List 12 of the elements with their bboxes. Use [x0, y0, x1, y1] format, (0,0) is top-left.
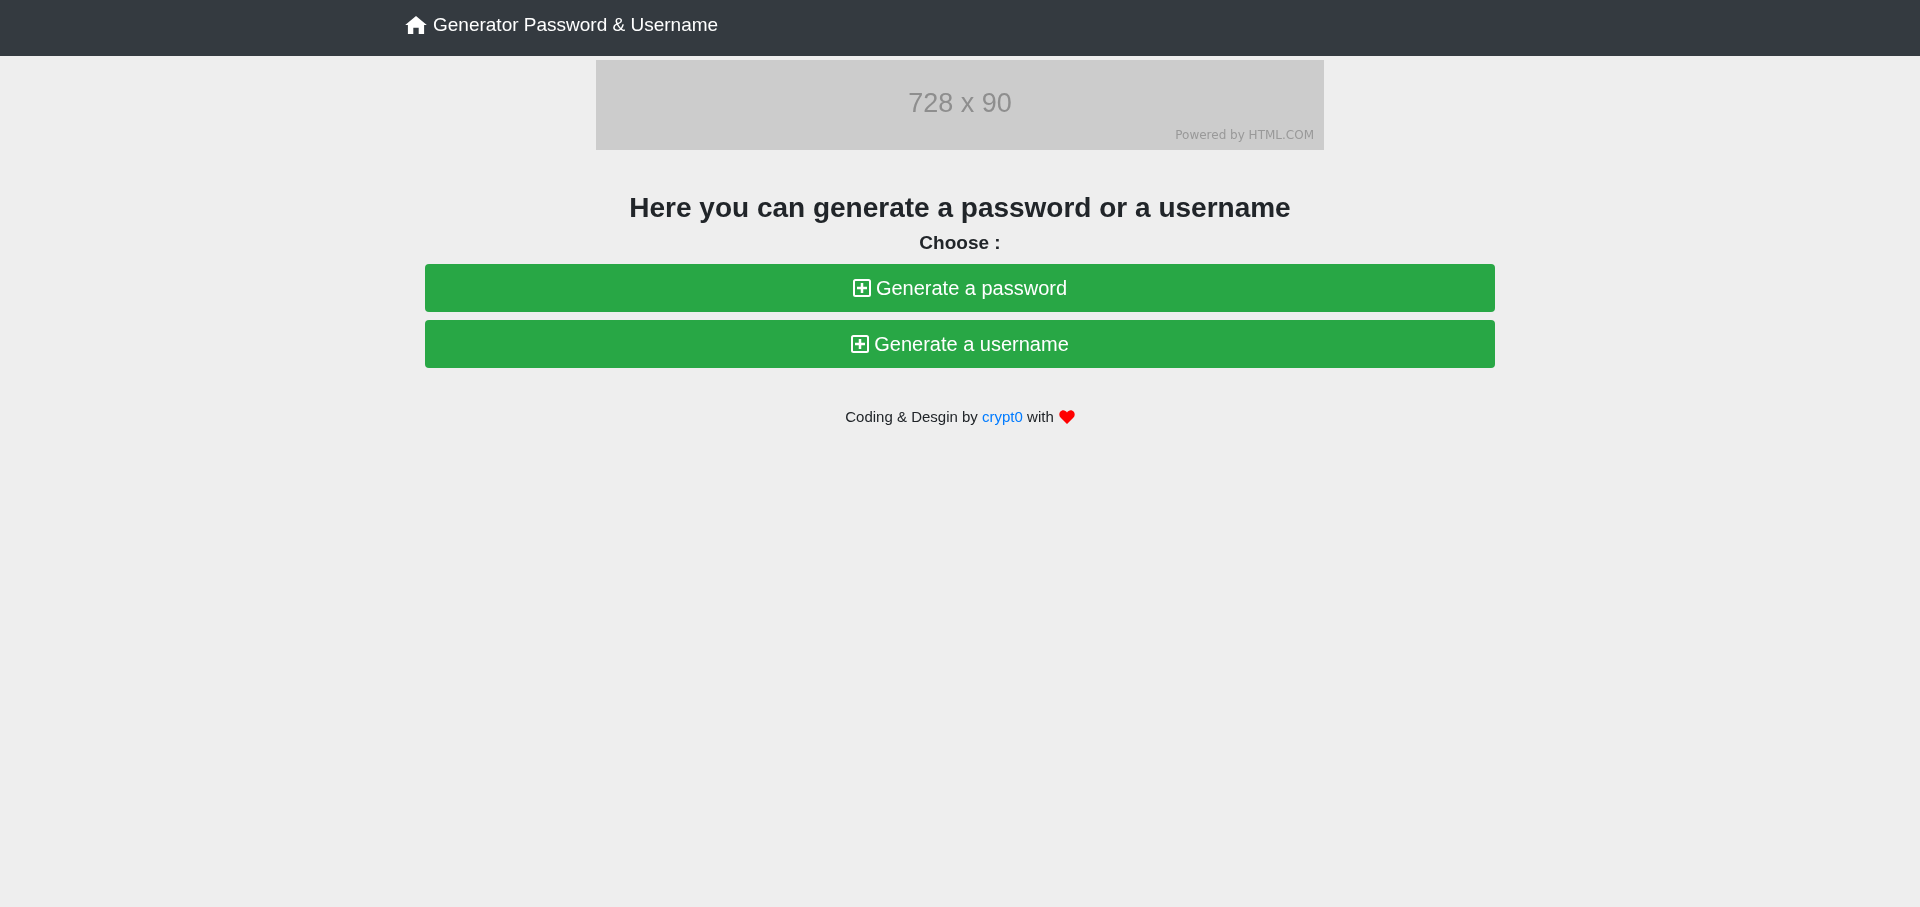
- home-icon: [405, 15, 427, 34]
- author-link[interactable]: crypt0: [982, 407, 1023, 425]
- plus-square-icon: [851, 334, 870, 353]
- page-heading: Here you can generate a password or a username: [629, 191, 1291, 225]
- brand-link[interactable]: Generator Password & Username: [405, 15, 719, 35]
- ad-size-label: 728 x 90: [908, 90, 1012, 117]
- generate-button[interactable]: Generate a username: [425, 319, 1495, 368]
- heart-icon: [1058, 409, 1075, 424]
- choose-label: Choose :: [919, 231, 1001, 255]
- generate-button[interactable]: Generate a password: [425, 263, 1495, 312]
- plus-square-icon: [852, 278, 871, 297]
- footer-credit: Coding & Desgin by crypt0 with: [845, 406, 1054, 427]
